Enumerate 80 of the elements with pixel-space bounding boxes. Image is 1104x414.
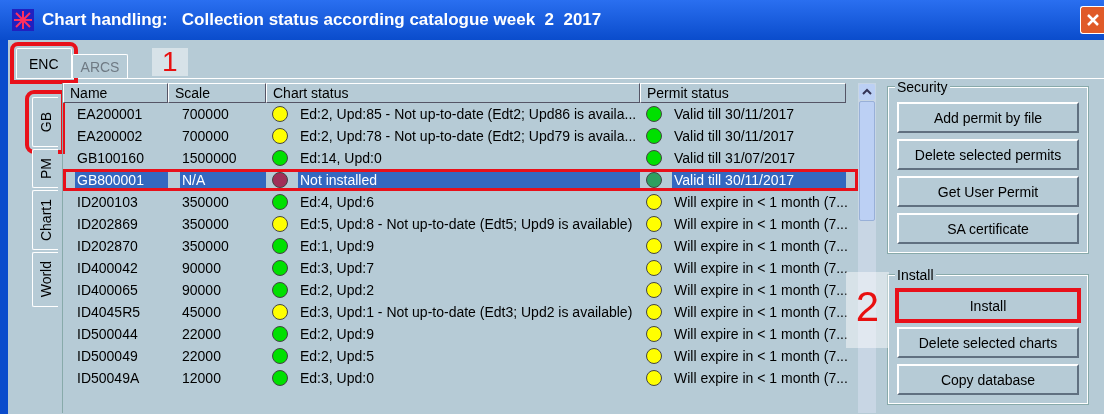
table-cell-text: EA200002 [76,127,144,145]
action-button[interactable]: Install [897,290,1079,321]
table-cell-text: 22000 [181,347,222,365]
side-tab[interactable]: World [32,252,58,307]
table-row[interactable]: EA200002 700000 Ed:2, Upd:78 - Not up-to-date (Edt2; Upd79 is availa... Valid till 30/11/2017 [63,125,858,147]
table-cell-text: Ed:2, Upd:9 [299,325,375,343]
table-cell-text: Ed:3, Upd:7 [299,259,375,277]
table-row[interactable]: ID202869 350000 Ed:5, Upd:8 - Not up-to-date (Edt5; Upd9 is available) Will expire in < 1 month (7... [63,213,858,235]
table-cell: GB800001 [75,171,168,189]
table-cell: N/A [180,171,266,189]
window-title: Chart handling: Collection status according catalogue week 2 2017 [42,10,603,30]
table-cell-text: ID50049A [76,369,141,387]
action-button[interactable]: Copy database [897,364,1079,395]
action-button[interactable]: SA certificate [897,213,1079,244]
scrollbar[interactable] [858,83,876,413]
column-header[interactable]: Permit status [640,83,846,103]
table-cell-text: 350000 [181,237,230,255]
table-cell-text: 22000 [181,325,222,343]
table-row[interactable]: GB100160 1500000 Ed:14, Upd:0 Valid till 31/07/2017 [63,147,858,169]
table-cell-text: Ed:4, Upd:6 [299,193,375,211]
table-cell-text: ID4045R5 [76,303,142,321]
table-row[interactable]: GB800001 N/A Not installed Valid till 30/11/2017 [63,169,858,191]
table-cell-text: ID400065 [76,281,139,299]
group-title: Install [895,267,936,283]
table-cell-text: Valid till 30/11/2017 [673,127,796,145]
table-cell-text: ID200103 [76,193,139,211]
table-cell: Valid till 30/11/2017 [672,171,846,189]
table-cell-text: ID500044 [76,325,139,343]
table-row[interactable]: ID50049A 12000 Ed:3, Upd:0 Will expire in < 1 month (7... [63,367,858,389]
table-cell-text: ID202869 [76,215,139,233]
table-cell-text: 350000 [181,215,230,233]
table-cell-text: ID202870 [76,237,139,255]
table-cell-text: Ed:5, Upd:8 - Not up-to-date (Edt5; Upd9 is available) [299,215,634,233]
table-cell-text: Valid till 30/11/2017 [673,105,796,123]
table-cell-text: 700000 [181,105,230,123]
table-cell-text: Will expire in < 1 month (7... [673,193,849,211]
table-cell-text: Will expire in < 1 month (7... [673,347,849,365]
table-cell-text: 45000 [181,303,222,321]
group-title: Security [895,79,950,95]
table-cell-text: Ed:2, Upd:78 - Not up-to-date (Edt2; Upd79 is availa... [299,127,638,145]
table-cell-text: 90000 [181,281,222,299]
table-cell-text: GB100160 [76,149,145,167]
table-row[interactable]: ID200103 350000 Ed:4, Upd:6 Will expire in < 1 month (7... [63,191,858,213]
table-cell-text: 1500000 [181,149,238,167]
table-cell-text: Ed:2, Upd:85 - Not up-to-date (Edt2; Upd86 is availa... [299,105,638,123]
column-header[interactable]: Chart status [266,83,640,103]
close-icon [1085,13,1100,27]
side-tab[interactable]: Chart1 [32,190,58,251]
action-button[interactable]: Get User Permit [897,176,1079,207]
table-cell-text: Ed:2, Upd:2 [299,281,375,299]
action-button[interactable]: Delete selected permits [897,139,1079,170]
table-cell-text: Valid till 31/07/2017 [673,149,797,167]
table-cell-text: 90000 [181,259,222,277]
table-cell-text: Ed:14, Upd:0 [299,149,383,167]
table-cell-text: 700000 [181,127,230,145]
scrollbar-thumb[interactable] [859,101,875,221]
table-cell-text: Will expire in < 1 month (7... [673,237,849,255]
star-burst-icon [12,9,34,31]
table-row[interactable]: EA200001 700000 Ed:2, Upd:85 - Not up-to-date (Edt2; Upd86 is availa... Valid till 30/11/2017 [63,103,858,125]
table-row[interactable]: ID500049 22000 Ed:2, Upd:5 Will expire in < 1 month (7... [63,345,858,367]
table-cell-text: Ed:2, Upd:5 [299,347,375,365]
table-cell-text: 350000 [181,193,230,211]
table-row[interactable]: ID202870 350000 Ed:1, Upd:9 Will expire in < 1 month (7... [63,235,858,257]
step-number: 1 [152,48,188,76]
action-button[interactable]: Delete selected charts [897,327,1079,358]
table-cell-text: Will expire in < 1 month (7... [673,369,849,387]
table-cell-text: 12000 [181,369,222,387]
table-cell-text: EA200001 [76,105,144,123]
column-header[interactable]: Name [63,83,168,103]
table-cell: Not installed [298,171,640,189]
action-button[interactable]: Add permit by file [897,102,1079,133]
table-cell-text: Ed:3, Upd:0 [299,369,375,387]
side-tab[interactable]: PM [32,149,58,189]
table-cell-text: ID400042 [76,259,139,277]
table-cell-text: Ed:3, Upd:1 - Not up-to-date (Edt3; Upd2 is available) [299,303,634,321]
close-button[interactable] [1080,6,1104,34]
table-cell-text: Will expire in < 1 month (7... [673,215,849,233]
table-cell-text: ID500049 [76,347,139,365]
column-header[interactable]: Scale [168,83,266,103]
table-cell-text: Ed:1, Upd:9 [299,237,375,255]
